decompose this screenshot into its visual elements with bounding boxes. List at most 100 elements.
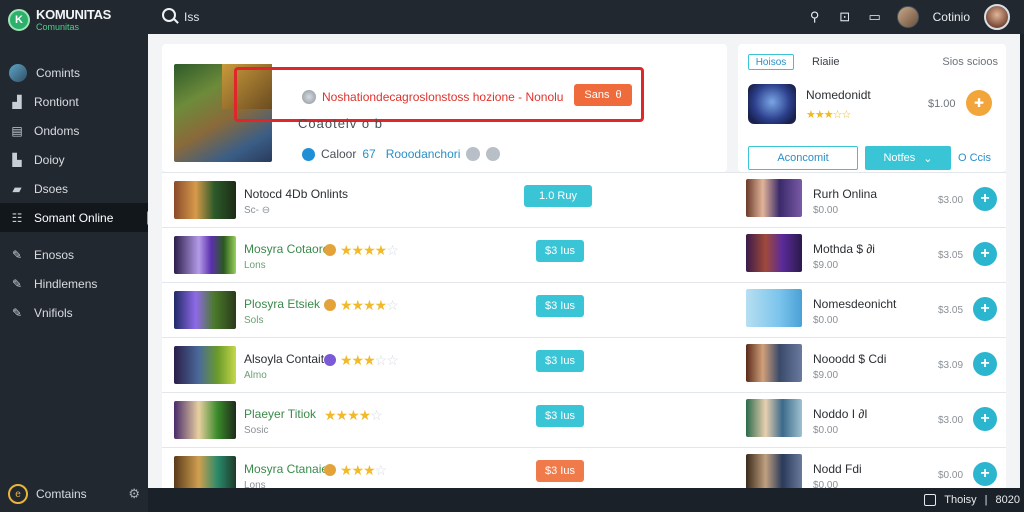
related-thumbnail[interactable] [746, 344, 802, 382]
info-icon [302, 147, 315, 161]
add-button[interactable]: + [973, 297, 997, 321]
game-thumbnail[interactable] [174, 291, 236, 329]
status-time: 8020 [995, 494, 1020, 506]
buy-button[interactable]: $3 Ius [536, 295, 584, 317]
buy-button[interactable]: $3 Ius [536, 350, 584, 372]
game-name[interactable]: Plosyra Etsiek [244, 297, 320, 311]
sidebar-item-somant-online[interactable]: ☷ Somant Online [0, 203, 154, 232]
game-name[interactable]: Mosyra Ctanaie [244, 462, 328, 476]
table-row[interactable]: Mosyra Cotaord Lons ★★★★☆ $3 Ius Mothda … [162, 227, 1006, 285]
related-thumbnail[interactable] [746, 179, 802, 217]
featured-meta: Caloor 67 Rooodanchori [302, 147, 501, 161]
related-sub: $9.00 [813, 260, 839, 271]
tab-riaiie[interactable]: Riaiie [812, 56, 840, 68]
sidebar-item-ondoms[interactable]: ▤ Ondoms [0, 116, 148, 145]
notes-dropdown-button[interactable]: Notfes ⌄ [865, 146, 951, 170]
featured-action-button[interactable]: Sans θ [574, 84, 632, 106]
avatar[interactable] [896, 6, 919, 28]
search-icon[interactable] [162, 8, 176, 22]
app-name[interactable]: Nomedonidt [806, 88, 871, 102]
game-thumbnail[interactable] [174, 236, 236, 274]
app-icon[interactable] [748, 84, 796, 124]
related-name[interactable]: Nomesdeonicht [813, 297, 896, 311]
buy-button[interactable]: 1.0 Ruy [524, 185, 592, 207]
add-button[interactable]: + [973, 407, 997, 431]
game-sub: Sols [244, 315, 264, 326]
featured-action-label: Sans [584, 89, 610, 101]
globe-icon [302, 90, 316, 104]
related-name[interactable]: Nodd Fdi [813, 462, 862, 476]
sidebar-item-dsoes[interactable]: ▰ Dsoes [0, 174, 148, 203]
related-price: $3.09 [938, 360, 964, 371]
brand[interactable]: K KOMUNITAS Comunitas [8, 5, 111, 35]
game-thumbnail[interactable] [174, 346, 236, 384]
related-thumbnail[interactable] [746, 399, 802, 437]
sidebar-item-label: Hindlemens [34, 276, 98, 291]
game-name[interactable]: Notocd 4Db Onlints [244, 187, 348, 201]
table-row[interactable]: Mosyra Ctanaie Lons ★★★☆ $3 Ius Nodd Fdi… [162, 447, 1006, 488]
profile-avatar[interactable] [984, 4, 1010, 30]
main-panel: Noshationdecagroslonstoss hozione - Nono… [148, 34, 1020, 488]
game-list: Notocd 4Db Onlints Sc- ⊖ 1.0 Ruy Rurh On… [162, 172, 1006, 488]
topbar-actions: ⚲ ⊡ ▭ Cotinio [807, 3, 1010, 31]
related-name[interactable]: Noddo I ∂I [813, 407, 868, 421]
sidebar-item-hindlemens[interactable]: ✎ Hindlemens [0, 269, 148, 298]
related-name[interactable]: Nooodd $ Cdi [813, 352, 886, 366]
tab-hoisos[interactable]: Hoisos [748, 54, 794, 70]
bookmark-icon[interactable]: ⊡ [837, 9, 853, 25]
add-button[interactable]: + [973, 187, 997, 211]
app-price: $1.00 [928, 98, 956, 110]
related-thumbnail[interactable] [746, 454, 802, 488]
game-name[interactable]: Alsoyla Contaite [244, 352, 331, 366]
game-thumbnail[interactable] [174, 181, 236, 219]
buy-button[interactable]: $3 Ius [536, 405, 584, 427]
search-input[interactable]: Iss [184, 10, 199, 24]
user-name[interactable]: Cotinio [933, 10, 970, 24]
buy-button[interactable]: $3 Ius [536, 240, 584, 262]
add-button[interactable]: + [973, 352, 997, 376]
sidebar-item-doioy[interactable]: ▙ Doioy [0, 145, 148, 174]
chevron-down-icon: ⌄ [923, 152, 933, 165]
window-icon[interactable] [924, 494, 937, 506]
related-price: $0.00 [938, 470, 964, 481]
notes-button-label: Notfes [883, 152, 916, 164]
related-thumbnail[interactable] [746, 234, 802, 272]
game-name[interactable]: Plaeyer Titiok [244, 407, 316, 421]
featured-meta-link[interactable]: Rooodanchori [386, 147, 461, 161]
related-name[interactable]: Mothda $ ∂i [813, 242, 875, 256]
tab-sios[interactable]: Sios scioos [942, 56, 998, 68]
sidebar-item-enosos[interactable]: ✎ Enosos [0, 240, 148, 269]
share-icon[interactable] [466, 147, 481, 161]
related-name[interactable]: Rurh Onlina [813, 187, 877, 201]
settings-gear-icon[interactable]: ⚙ [128, 486, 140, 502]
game-thumbnail[interactable] [174, 456, 236, 488]
sidebar-footer[interactable]: e Comtains ⚙ [8, 484, 140, 504]
ccis-link[interactable]: O Ccis [958, 152, 991, 164]
user-search-icon[interactable]: ⚲ [807, 9, 823, 25]
window-icon[interactable]: ▭ [867, 9, 883, 25]
featured-title[interactable]: Noshationdecagroslonstoss hozione - Nono… [322, 90, 563, 104]
table-row[interactable]: Plaeyer Titiok Sosic ★★★★☆ $3 Ius Noddo … [162, 392, 1006, 450]
folder-icon: ▰ [12, 181, 22, 196]
table-row[interactable]: Alsoyla Contaite Almo ★★★☆☆ $3 Ius Noood… [162, 337, 1006, 395]
add-button[interactable]: + [973, 242, 997, 266]
sidebar-item-vnifiols[interactable]: ✎ Vnifiols [0, 298, 148, 327]
game-thumbnail[interactable] [174, 401, 236, 439]
wrench-icon: ✎ [11, 276, 23, 291]
table-row[interactable]: Plosyra Etsiek Sols ★★★★☆ $3 Ius Nomesde… [162, 282, 1006, 340]
sidebar-item-comints[interactable]: ● Comints [0, 58, 148, 87]
related-thumbnail[interactable] [746, 289, 802, 327]
sidebar-item-label: Doioy [34, 152, 65, 167]
gift-icon[interactable]: ✚ [966, 90, 992, 116]
person-icon: ▟ [12, 94, 22, 109]
more-icon[interactable] [486, 147, 501, 161]
game-sub: Almo [244, 370, 267, 381]
sidebar-footer-label: Comtains [36, 487, 87, 501]
topbar: Iss ⚲ ⊡ ▭ Cotinio [148, 0, 1024, 34]
table-row[interactable]: Notocd 4Db Onlints Sc- ⊖ 1.0 Ruy Rurh On… [162, 172, 1006, 230]
secondary-button[interactable]: Aconcomit [748, 146, 858, 170]
game-name[interactable]: Mosyra Cotaord [244, 242, 329, 256]
sidebar-item-rontiont[interactable]: ▟ Rontiont [0, 87, 148, 116]
buy-button[interactable]: $3 Ius [536, 460, 584, 482]
add-button[interactable]: + [973, 462, 997, 486]
